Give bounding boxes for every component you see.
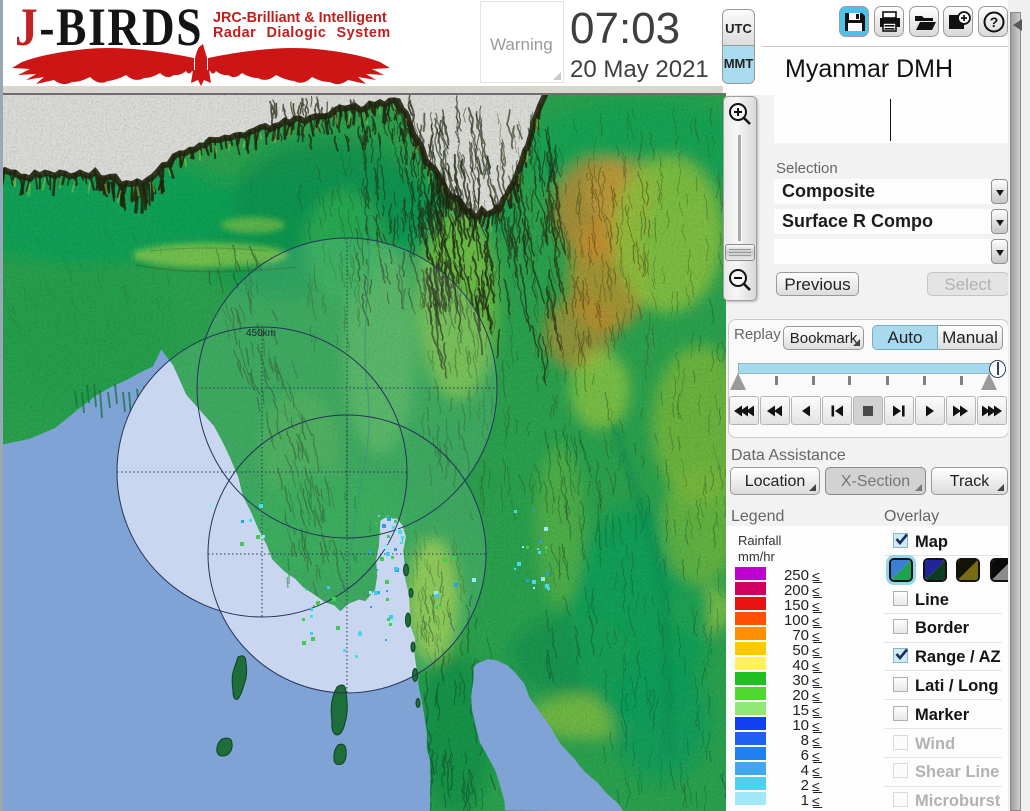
svg-text:?: ? — [990, 14, 999, 30]
svg-text:450km: 450km — [246, 328, 276, 339]
